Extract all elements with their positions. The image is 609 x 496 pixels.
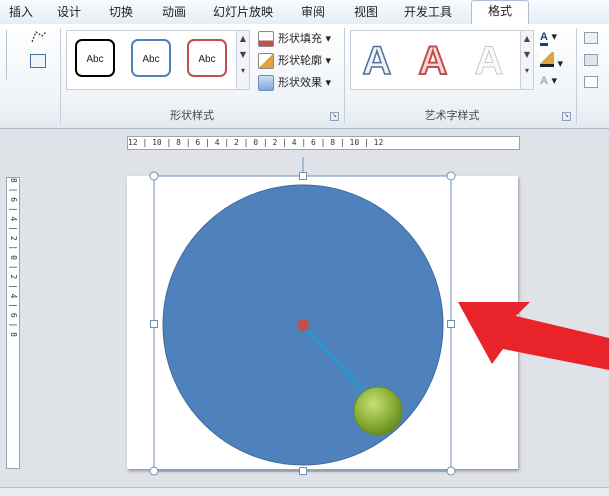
shape-fill-button[interactable]: 形状填充 ▾ (258, 30, 331, 47)
tab-insert[interactable]: 插入 (4, 2, 38, 23)
wordart-sample-outline-blue[interactable]: A (359, 40, 395, 82)
gallery-more-icon[interactable]: ▾ (237, 63, 249, 79)
shape-effects-icon (258, 75, 274, 91)
tab-design[interactable]: 设计 (52, 2, 86, 23)
tab-view[interactable]: 视图 (349, 2, 383, 23)
text-outline-button[interactable]: ▾ (540, 52, 563, 70)
tab-developer[interactable]: 开发工具 (398, 2, 458, 23)
group-separator (576, 28, 577, 124)
shape-styles-launcher-icon[interactable]: ↘ (330, 112, 339, 121)
textbox-icon[interactable] (30, 54, 46, 68)
text-effects-button[interactable]: A ▾ (540, 74, 557, 87)
gallery-down-icon[interactable]: ▼ (237, 47, 249, 63)
bring-forward-icon[interactable] (584, 32, 598, 44)
wordart-styles-launcher-icon[interactable]: ↘ (562, 112, 571, 121)
gallery-scroll[interactable]: ▲ ▼ ▾ (236, 31, 249, 89)
wordart-styles-group-label: 艺术字样式 (424, 109, 480, 122)
shape-outline-button[interactable]: 形状轮廓 ▾ (258, 52, 331, 69)
selection-pane-icon[interactable] (584, 76, 598, 88)
gallery-more-icon[interactable]: ▾ (521, 63, 533, 79)
shape-gallery-icon[interactable] (0, 30, 7, 80)
paint-bucket-icon (258, 31, 274, 47)
shape-style-sample-black[interactable]: Abc (75, 39, 115, 77)
wordart-sample-red[interactable]: A (415, 40, 451, 82)
pencil-icon (258, 53, 274, 69)
shape-outline-label: 形状轮廓 (278, 54, 322, 67)
shape-styles-group-label: 形状样式 (170, 109, 214, 122)
tab-transitions[interactable]: 切换 (104, 2, 138, 23)
gallery-scroll[interactable]: ▲ ▼ ▾ (520, 31, 533, 89)
horizontal-ruler[interactable]: 12 | 10 | 8 | 6 | 4 | 2 | 0 | 2 | 4 | 6 … (127, 136, 520, 150)
wordart-style-gallery[interactable]: A A A ▲ ▼ ▾ (350, 30, 534, 90)
gallery-down-icon[interactable]: ▼ (521, 47, 533, 63)
shape-effects-label: 形状效果 (278, 76, 322, 89)
slide-canvas[interactable] (127, 176, 518, 469)
send-backward-icon[interactable] (584, 54, 598, 66)
tab-format[interactable]: 格式 (471, 0, 529, 24)
tab-slideshow[interactable]: 幻灯片放映 (207, 2, 279, 23)
wordart-sample-light[interactable]: A (471, 41, 507, 82)
group-separator (344, 28, 345, 124)
edit-shape-icon[interactable] (30, 30, 48, 44)
group-separator (60, 28, 61, 124)
shape-style-sample-red[interactable]: Abc (187, 39, 227, 77)
vertical-ruler[interactable]: 8 | 6 | 4 | 2 | 0 | 2 | 4 | 6 | 8 (6, 177, 20, 469)
shape-style-gallery[interactable]: Abc Abc Abc ▲ ▼ ▾ (66, 30, 250, 90)
shape-fill-label: 形状填充 (278, 32, 322, 45)
tab-review[interactable]: 审阅 (296, 2, 330, 23)
ribbon-tab-bar: 插入 设计 切换 动画 幻灯片放映 审阅 视图 开发工具 格式 (0, 0, 609, 25)
ribbon: Abc Abc Abc ▲ ▼ ▾ 形状填充 ▾ 形状轮廓 ▾ 形状效果 ▾ 形… (0, 24, 609, 129)
text-outline-icon (540, 52, 554, 67)
shape-effects-button[interactable]: 形状效果 ▾ (258, 74, 331, 91)
gallery-up-icon[interactable]: ▲ (521, 31, 533, 47)
text-effects-icon: A (540, 75, 548, 87)
tab-animations[interactable]: 动画 (157, 2, 191, 23)
gallery-up-icon[interactable]: ▲ (237, 31, 249, 47)
text-fill-button[interactable]: A ▾ (540, 30, 557, 46)
shape-style-sample-blue[interactable]: Abc (131, 39, 171, 77)
text-fill-icon: A (540, 31, 548, 46)
